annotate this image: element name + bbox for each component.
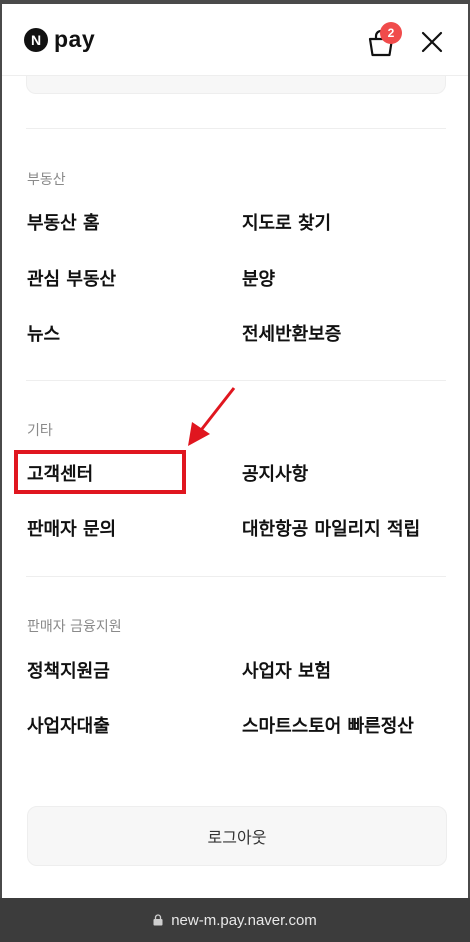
menu-item-presale[interactable]: 분양 [242, 265, 275, 291]
lock-icon [153, 914, 163, 926]
previous-section-card [26, 76, 446, 94]
npay-logo-text: pay [54, 26, 96, 52]
highlight-box [14, 450, 186, 494]
divider [26, 380, 446, 381]
logout-button[interactable]: 로그아웃 [27, 806, 447, 866]
divider [26, 128, 446, 129]
app-screen: N pay 2 부동산 부동산 홈 지도로 찾기 관심 부동산 분양 뉴스 전세… [0, 0, 470, 942]
browser-url-bar[interactable]: new-m.pay.naver.com [0, 898, 470, 942]
menu-item-quick-settlement[interactable]: 스마트스토어 빠른정산 [242, 712, 414, 738]
divider [26, 576, 446, 577]
menu-item-policy-fund[interactable]: 정책지원금 [27, 657, 110, 683]
red-arrow-annotation [188, 387, 236, 446]
url-text: new-m.pay.naver.com [171, 911, 317, 929]
menu-item-korean-air-mileage[interactable]: 대한항공 마일리지 적립 [242, 515, 420, 541]
menu-item-notices[interactable]: 공지사항 [242, 460, 308, 486]
header: N pay 2 [2, 4, 468, 76]
npay-logo[interactable]: N pay [24, 26, 95, 53]
menu-item-news[interactable]: 뉴스 [27, 320, 60, 346]
cart-count-badge: 2 [380, 22, 402, 44]
close-icon[interactable] [420, 30, 444, 54]
menu-item-favorite-real-estate[interactable]: 관심 부동산 [27, 265, 116, 291]
section-title-real-estate: 부동산 [27, 172, 66, 188]
menu-item-jeonse-guarantee[interactable]: 전세반환보증 [242, 320, 341, 346]
section-title-seller-finance: 판매자 금융지원 [27, 619, 122, 635]
menu-item-business-loan[interactable]: 사업자대출 [27, 712, 110, 738]
menu-item-map-search[interactable]: 지도로 찾기 [242, 209, 331, 235]
menu-item-seller-inquiry[interactable]: 판매자 문의 [27, 515, 116, 541]
section-title-etc: 기타 [27, 423, 53, 439]
npay-logo-badge: N [24, 27, 48, 52]
menu-item-business-insurance[interactable]: 사업자 보험 [242, 657, 331, 683]
menu-item-real-estate-home[interactable]: 부동산 홈 [27, 209, 100, 235]
